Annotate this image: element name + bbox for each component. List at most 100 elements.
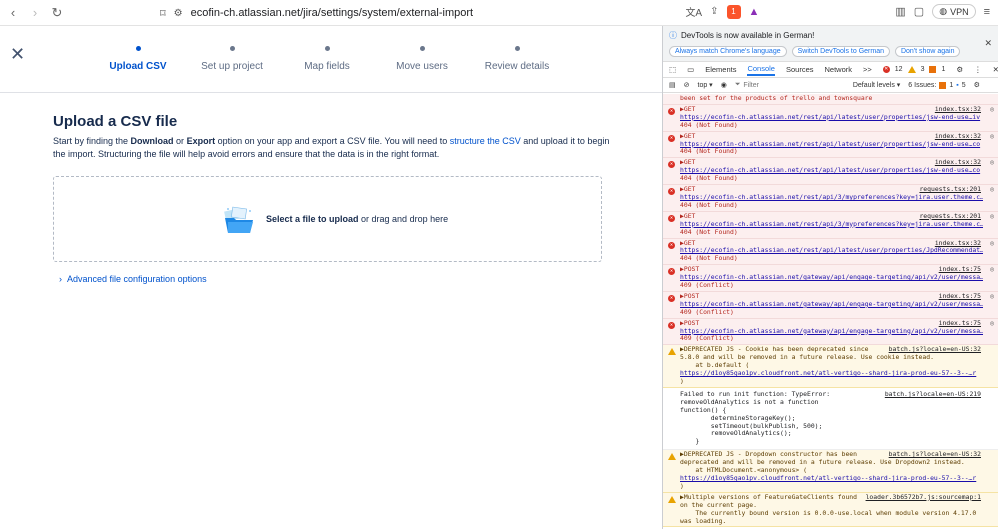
- brave-shield-icon[interactable]: 1: [726, 4, 741, 19]
- reveal-icon[interactable]: ◎: [990, 132, 994, 141]
- log-line: at HTMLDocument.<anonymous> (: [680, 467, 807, 475]
- site-settings-icon[interactable]: ⚙: [174, 8, 183, 19]
- file-dropzone[interactable]: Select a file to upload or drag and drop…: [53, 176, 602, 262]
- brave-rewards-icon[interactable]: ▲: [749, 6, 760, 18]
- info-icon: ⓘ: [669, 31, 677, 40]
- tab-network[interactable]: Network: [825, 65, 853, 74]
- settings-gear-icon[interactable]: ⚙: [956, 65, 963, 74]
- vpn-button[interactable]: ◍ VPN: [932, 4, 976, 19]
- dont-show-button[interactable]: Don't show again: [894, 46, 961, 57]
- switch-german-button[interactable]: Switch DevTools to German: [791, 46, 890, 57]
- reveal-icon[interactable]: ◎: [990, 239, 994, 248]
- step-label: Upload CSV: [109, 61, 167, 72]
- log-source[interactable]: index.tsx:32: [935, 105, 981, 114]
- match-language-button[interactable]: Always match Chrome's language: [669, 46, 787, 57]
- share-icon[interactable]: ⇪: [710, 6, 718, 17]
- step-label: Review details: [484, 61, 550, 72]
- url-text[interactable]: ecofin-ch.atlassian.net/jira/settings/sy…: [191, 7, 473, 19]
- log-source[interactable]: batch.js?locale=en-US:32: [889, 345, 981, 354]
- menu-icon[interactable]: ≡: [984, 6, 990, 18]
- dropzone-content: Select a file to upload or drag and drop…: [222, 204, 448, 234]
- log-url[interactable]: https://ecofin-ch.atlassian.net/rest/api…: [680, 141, 983, 149]
- log-source[interactable]: index.ts:75: [939, 319, 981, 328]
- device-icon[interactable]: ▭: [687, 65, 694, 74]
- log-source[interactable]: requests.tsx:201: [919, 185, 981, 194]
- step-label: Move users: [396, 61, 448, 72]
- desc-export: Export: [186, 136, 216, 146]
- log-source[interactable]: index.ts:75: [939, 292, 981, 301]
- step-map-fields: Map fields: [287, 40, 367, 72]
- issue-info-icon: ▪: [956, 81, 959, 89]
- tab-elements[interactable]: Elements: [705, 65, 736, 74]
- more-options-icon[interactable]: ⋮: [974, 65, 982, 74]
- log-status: 404 (Not Found): [680, 228, 738, 236]
- log-source[interactable]: index.tsx:32: [935, 132, 981, 141]
- chevron-right-icon: ›: [59, 274, 62, 284]
- advanced-options-toggle[interactable]: › Advanced file configuration options: [59, 274, 207, 284]
- step-label: Set up project: [201, 61, 263, 72]
- log-source[interactable]: requests.tsx:201: [919, 212, 981, 221]
- close-notice-icon[interactable]: ✕: [984, 38, 992, 49]
- error-icon: ✕: [668, 161, 675, 169]
- context-select[interactable]: top ▾: [698, 81, 713, 89]
- log-url[interactable]: https://ecofin-ch.atlassian.net/rest/api…: [680, 221, 983, 229]
- log-url[interactable]: https://d1oy85gao1pv.cloudfront.net/atl-…: [680, 475, 983, 483]
- log-url[interactable]: https://ecofin-ch.atlassian.net/gateway/…: [680, 274, 983, 282]
- inspect-icon[interactable]: ⬚: [669, 65, 676, 74]
- forward-icon[interactable]: ›: [26, 4, 44, 22]
- filter-input[interactable]: ⏷ Filter: [735, 81, 845, 89]
- clear-console-icon[interactable]: ⊘: [684, 81, 690, 89]
- select-file-link[interactable]: Select a file to upload: [266, 214, 359, 224]
- error-icon: ✕: [668, 214, 675, 222]
- close-icon[interactable]: ✕: [10, 44, 25, 65]
- issues-link[interactable]: 6 Issues: 1 ▪ 5: [908, 81, 966, 89]
- log-url[interactable]: https://ecofin-ch.atlassian.net/rest/api…: [680, 167, 983, 175]
- log-url[interactable]: https://ecofin-ch.atlassian.net/gateway/…: [680, 328, 983, 336]
- translate-icon[interactable]: 文A: [685, 4, 702, 19]
- log-source[interactable]: index.ts:75: [939, 265, 981, 274]
- sidebar-toggle-icon[interactable]: ▤: [669, 81, 676, 89]
- sidebar-icon[interactable]: ▥: [895, 5, 905, 18]
- close-devtools-icon[interactable]: ✕: [993, 65, 998, 74]
- log-source[interactable]: batch.js?locale=en-US:32: [889, 450, 981, 459]
- reload-icon[interactable]: ↻: [48, 4, 66, 22]
- log-source[interactable]: batch.js?locale=en-US:219: [885, 390, 981, 399]
- log-line: ): [680, 482, 684, 490]
- log-url[interactable]: https://ecofin-ch.atlassian.net/rest/api…: [680, 247, 983, 255]
- reveal-icon[interactable]: ◎: [990, 319, 994, 328]
- reveal-icon[interactable]: ◎: [990, 292, 994, 301]
- log-source[interactable]: index.tsx:32: [935, 239, 981, 248]
- desc-text: Start by finding the: [53, 136, 131, 146]
- log-url[interactable]: https://d1oy85gao1pv.cloudfront.net/atl-…: [680, 370, 983, 378]
- message-counts[interactable]: ✕ 12 3 1: [882, 66, 945, 73]
- structure-csv-link[interactable]: structure the CSV: [450, 136, 521, 146]
- reveal-icon[interactable]: ◎: [990, 105, 994, 114]
- more-tabs-icon[interactable]: >>: [863, 65, 872, 74]
- wallet-icon[interactable]: ▢: [914, 5, 924, 18]
- log-source[interactable]: loader.3b6572b7.js:sourcemap:1: [866, 493, 981, 502]
- stepper-divider: [0, 92, 662, 93]
- log-line: deprecated and will be removed in a futu…: [680, 459, 965, 467]
- notice-text: DevTools is now available in German!: [681, 31, 815, 40]
- tab-console[interactable]: Console: [747, 64, 775, 76]
- log-line: determineStorageKey();: [680, 414, 796, 422]
- bookmark-icon[interactable]: ⌑: [160, 7, 166, 20]
- tab-sources[interactable]: Sources: [786, 65, 814, 74]
- address-bar[interactable]: ⌑ ⚙ ecofin-ch.atlassian.net/jira/setting…: [160, 4, 473, 22]
- issues-error-count: 1: [949, 81, 954, 89]
- desc-download: Download: [130, 136, 174, 146]
- brave-badge: 1: [731, 7, 736, 16]
- reveal-icon[interactable]: ◎: [990, 265, 994, 274]
- reveal-icon[interactable]: ◎: [990, 212, 994, 221]
- log-url[interactable]: https://ecofin-ch.atlassian.net/rest/api…: [680, 114, 983, 122]
- log-source[interactable]: index.tsx:32: [935, 158, 981, 167]
- log-url[interactable]: https://ecofin-ch.atlassian.net/gateway/…: [680, 301, 983, 309]
- eye-icon[interactable]: ◉: [721, 81, 727, 89]
- log-url[interactable]: https://ecofin-ch.atlassian.net/rest/api…: [680, 194, 983, 202]
- reveal-icon[interactable]: ◎: [990, 158, 994, 167]
- levels-select[interactable]: Default levels ▾: [853, 81, 900, 89]
- reveal-icon[interactable]: ◎: [990, 185, 994, 194]
- console-settings-icon[interactable]: ⚙: [974, 81, 980, 89]
- console-message: been set for the products of trello and …: [663, 94, 998, 105]
- back-icon[interactable]: ‹: [4, 4, 22, 22]
